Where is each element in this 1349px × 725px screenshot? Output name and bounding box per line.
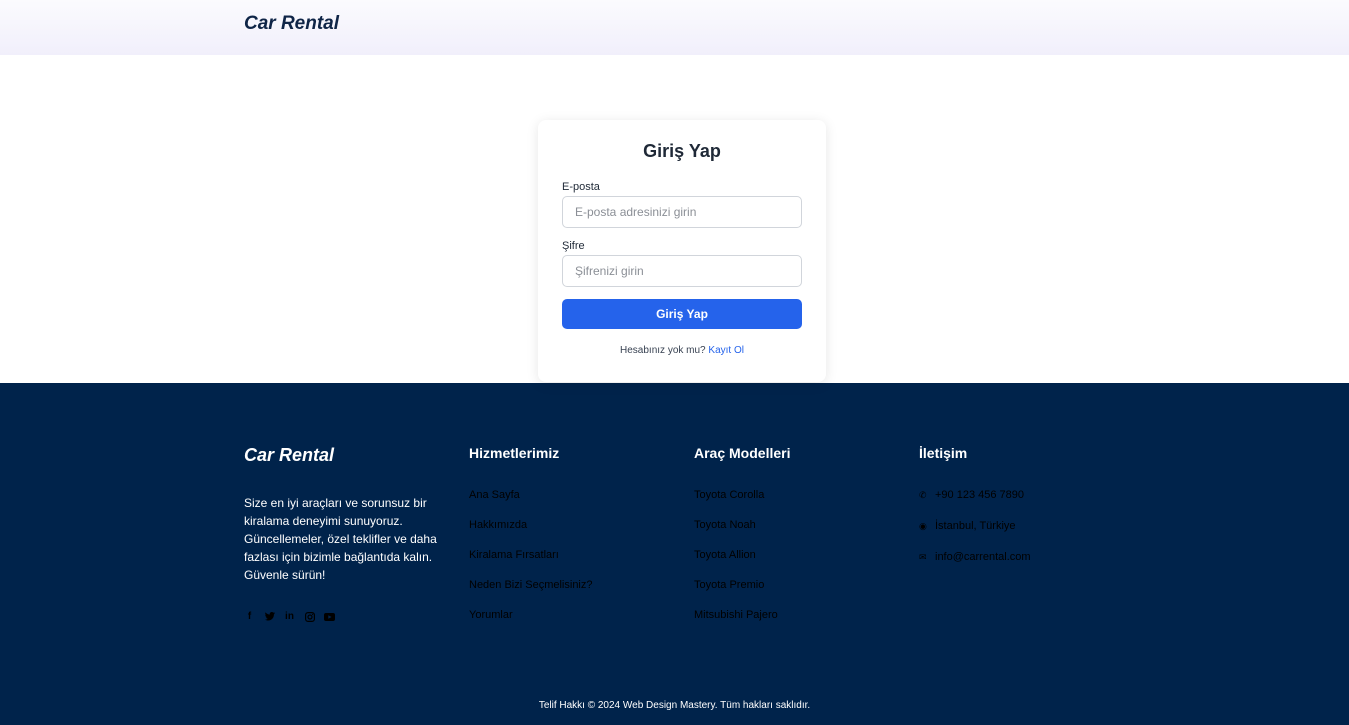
- footer-description: Size en iyi araçları ve sorunsuz bir kir…: [244, 496, 437, 582]
- email-label: E-posta: [562, 181, 600, 193]
- no-account-text: Hesabınız yok mu?: [620, 345, 706, 356]
- models-title: Araç Modelleri: [694, 445, 791, 461]
- contact-address: ◉ İstanbul, Türkiye: [919, 520, 1016, 532]
- footer-link[interactable]: Neden Bizi Seçmelisiniz?: [469, 579, 669, 609]
- models-column: Araç Modelleri Toyota Corolla Toyota Noa…: [694, 445, 894, 639]
- social-links: f in: [244, 611, 335, 622]
- footer-link[interactable]: Toyota Noah: [694, 519, 894, 549]
- twitter-icon[interactable]: [264, 611, 275, 622]
- services-title: Hizmetlerimiz: [469, 445, 560, 461]
- location-icon: ◉: [919, 521, 927, 531]
- login-title: Giriş Yap: [643, 141, 721, 161]
- login-card: Giriş Yap E-posta Şifre Giriş Yap Hesabı…: [538, 120, 826, 382]
- footer-link[interactable]: Yorumlar: [469, 609, 669, 639]
- copyright-text: Telif Hakkı © 2024 Web Design Mastery. T…: [538, 700, 811, 711]
- facebook-icon[interactable]: f: [244, 611, 255, 622]
- email-field[interactable]: [562, 196, 802, 228]
- footer-link[interactable]: Kiralama Fırsatları: [469, 549, 669, 579]
- footer-link[interactable]: Toyota Corolla: [694, 489, 894, 519]
- youtube-icon[interactable]: [324, 611, 335, 622]
- site-footer: Car Rental Size en iyi araçları ve sorun…: [0, 383, 1349, 725]
- footer-link[interactable]: Mitsubishi Pajero: [694, 609, 894, 639]
- linkedin-icon[interactable]: in: [284, 611, 295, 622]
- signup-prompt: Hesabınız yok mu? Kayıt Ol: [538, 345, 826, 356]
- footer-brand[interactable]: Car Rental: [244, 445, 334, 466]
- footer-link[interactable]: Toyota Allion: [694, 549, 894, 579]
- footer-link[interactable]: Toyota Premio: [694, 579, 894, 609]
- brand-logo[interactable]: Car Rental: [244, 13, 339, 35]
- signup-link[interactable]: Kayıt Ol: [708, 345, 744, 356]
- password-field[interactable]: [562, 255, 802, 287]
- contact-email[interactable]: ✉ info@carrental.com: [919, 551, 1119, 582]
- contact-column: İletişim ✆ +90 123 456 7890 ◉ İstanbul, …: [919, 445, 1119, 582]
- mail-icon: ✉: [919, 552, 927, 562]
- instagram-icon[interactable]: [304, 611, 315, 622]
- footer-link[interactable]: Ana Sayfa: [469, 489, 669, 519]
- contact-phone[interactable]: ✆ +90 123 456 7890: [919, 489, 1119, 520]
- login-button[interactable]: Giriş Yap: [562, 299, 802, 329]
- password-label: Şifre: [562, 240, 585, 252]
- contact-title: İletişim: [919, 445, 968, 461]
- site-header: Car Rental: [0, 0, 1349, 55]
- footer-link[interactable]: Hakkımızda: [469, 519, 669, 549]
- phone-icon: ✆: [919, 490, 927, 500]
- services-column: Hizmetlerimiz Ana Sayfa Hakkımızda Kiral…: [469, 445, 669, 639]
